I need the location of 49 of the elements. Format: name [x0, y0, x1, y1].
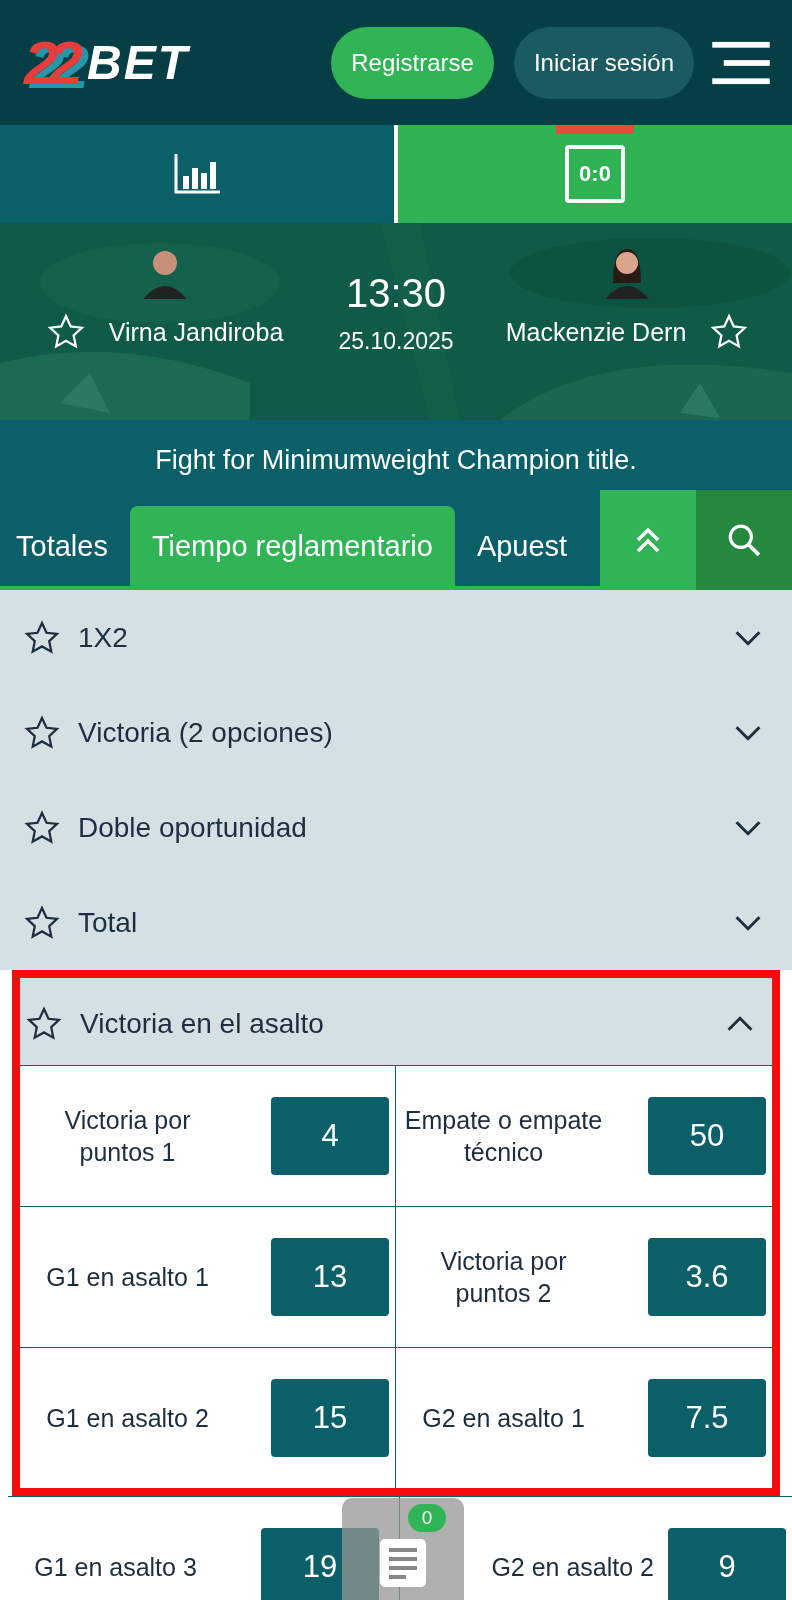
outcome-label: G1 en asalto 3	[33, 1551, 198, 1583]
odds-button[interactable]: 4	[271, 1097, 389, 1175]
chevron-down-icon	[734, 629, 762, 646]
outcome-label: Victoria por puntos 1	[63, 1104, 192, 1168]
search-button[interactable]	[696, 490, 792, 590]
odds-button[interactable]: 13	[271, 1238, 389, 1316]
star-icon[interactable]	[26, 1006, 62, 1042]
outcome-label: G2 en asalto 2	[491, 1551, 654, 1583]
chevron-up-icon	[726, 1016, 754, 1032]
chevron-down-icon	[734, 819, 762, 836]
odds-button[interactable]: 50	[648, 1097, 766, 1175]
odds-button[interactable]: 15	[271, 1379, 389, 1457]
star-icon[interactable]	[24, 904, 60, 941]
bar-chart-icon	[174, 154, 220, 194]
star-icon[interactable]	[710, 313, 749, 351]
outcome-label: Empate o empate técnico	[403, 1104, 604, 1168]
star-icon[interactable]	[24, 714, 60, 751]
outcome-label: G2 en asalto 1	[421, 1402, 586, 1434]
outcome-label: G1 en asalto 2	[45, 1402, 210, 1434]
chevron-down-icon	[734, 914, 762, 931]
star-icon[interactable]	[46, 313, 85, 351]
event-time: 13:30	[345, 271, 447, 316]
market-header[interactable]: 1X2	[0, 590, 792, 685]
fighter-name: Mackenzie Dern	[505, 317, 687, 347]
odds-button[interactable]: 7.5	[648, 1379, 766, 1457]
market-header[interactable]: Total	[0, 875, 792, 970]
market-header[interactable]: Victoria (2 opciones)	[0, 685, 792, 780]
market-tab[interactable]: Apuest	[454, 506, 590, 586]
event-date: 25.10.2025	[338, 328, 454, 355]
document-icon	[380, 1539, 426, 1587]
odds-button[interactable]: 3.6	[648, 1238, 766, 1316]
fighter-name: Virna Jandiroba	[108, 317, 284, 347]
menu-icon[interactable]	[712, 39, 770, 86]
market-header[interactable]: Doble oportunidad	[0, 780, 792, 875]
search-icon	[727, 523, 761, 557]
logo[interactable]: 22 BET	[24, 27, 189, 98]
view-tab[interactable]	[0, 125, 394, 223]
score-box: 0:0	[565, 145, 625, 203]
chevron-down-icon	[734, 724, 762, 741]
odds-button[interactable]: 9	[668, 1528, 786, 1600]
bet-count-badge: 0	[408, 1504, 446, 1532]
market-tab[interactable]: Totales	[0, 506, 130, 586]
star-icon[interactable]	[24, 619, 60, 656]
outcome-label: G1 en asalto 1	[45, 1261, 210, 1293]
outcome-label: Victoria por puntos 2	[439, 1245, 568, 1309]
login-button[interactable]: Iniciar sesión	[513, 26, 694, 99]
event-title: Fight for Minimumweight Champion title.	[155, 444, 637, 476]
market-header[interactable]: Victoria en el asalto	[20, 983, 772, 1065]
star-icon[interactable]	[24, 809, 60, 846]
